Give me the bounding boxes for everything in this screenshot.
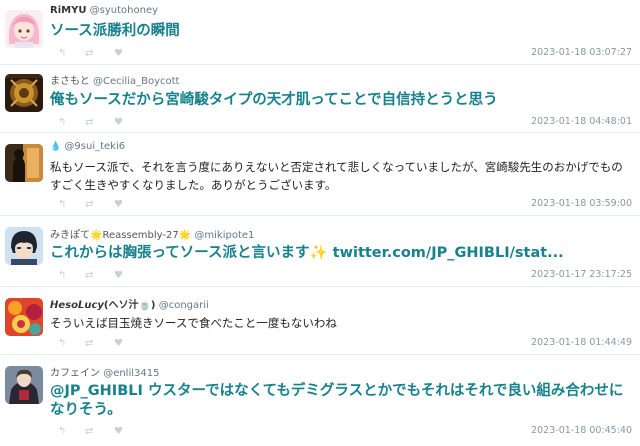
retweet-icon[interactable]: ⇄ <box>85 117 93 128</box>
user-handle[interactable]: @enlil3415 <box>103 368 159 379</box>
heart-icon[interactable]: ♥ <box>114 426 123 437</box>
tweet-card: RiMYU @syutohoney ソース派勝利の瞬間 ↰ ⇄ ♥ 2023-0… <box>0 0 640 64</box>
retweet-icon[interactable]: ⇄ <box>85 338 93 349</box>
user-handle[interactable]: @mikipote1 <box>194 230 254 241</box>
user-handle[interactable]: @syutohoney <box>90 5 158 16</box>
retweet-icon[interactable]: ⇄ <box>85 48 93 59</box>
tweet-text: @JP_GHIBLI ウスターではなくてもデミグラスとかでもそれはそれで良い組み… <box>50 382 632 420</box>
heart-icon[interactable]: ♥ <box>114 338 123 349</box>
tweet-card: みきぽて🌟Reassembly-27🌟 @mikipote1 これからは胸張って… <box>0 216 640 286</box>
display-name[interactable]: まさもと <box>50 76 90 87</box>
display-name[interactable]: 𝙃𝙚𝙨𝙤𝙇𝙪𝙘𝙮(ヘソ汁🍵) <box>50 300 156 311</box>
tweet-header: みきぽて🌟Reassembly-27🌟 @mikipote1 <box>50 226 254 241</box>
avatar[interactable] <box>5 298 43 336</box>
reply-icon[interactable]: ↰ <box>58 426 66 437</box>
heart-icon[interactable]: ♥ <box>114 270 123 281</box>
tweet-timestamp[interactable]: 2023-01-17 23:17:25 <box>531 269 632 280</box>
reply-icon[interactable]: ↰ <box>58 270 66 281</box>
tweet-timestamp[interactable]: 2023-01-18 04:48:01 <box>531 116 632 127</box>
reply-icon[interactable]: ↰ <box>58 338 66 349</box>
heart-icon[interactable]: ♥ <box>114 48 123 59</box>
tweet-header: まさもと @Cecilia_Boycott <box>50 72 179 87</box>
tweet-text: これからは胸張ってソース派と言います✨ twitter.com/JP_GHIBL… <box>50 245 564 261</box>
tweet-timestamp[interactable]: 2023-01-18 03:59:00 <box>531 198 632 209</box>
tweet-timestamp[interactable]: 2023-01-18 03:07:27 <box>531 47 632 58</box>
tweet-timestamp[interactable]: 2023-01-18 01:44:49 <box>531 337 632 348</box>
tweet-header: RiMYU @syutohoney <box>50 5 158 16</box>
tweet-timestamp[interactable]: 2023-01-18 00:45:40 <box>531 425 632 436</box>
tweet-text: 俺もソースだから宮崎駿タイプの天才肌ってことで自信持とうと思う <box>50 92 498 108</box>
avatar[interactable] <box>5 74 43 112</box>
tweet-header: 𝙃𝙚𝙨𝙤𝙇𝙪𝙘𝙮(ヘソ汁🍵) @congarii <box>50 296 209 311</box>
avatar[interactable] <box>5 10 43 48</box>
avatar[interactable] <box>5 144 43 182</box>
retweet-icon[interactable]: ⇄ <box>85 199 93 210</box>
display-name[interactable]: 💧 <box>50 142 61 152</box>
mention-link[interactable]: @JP_GHIBLI <box>50 383 143 399</box>
tweet-card: 𝙃𝙚𝙨𝙤𝙇𝙪𝙘𝙮(ヘソ汁🍵) @congarii そういえば目玉焼きソースで食べ… <box>0 287 640 354</box>
heart-icon[interactable]: ♥ <box>114 117 123 128</box>
tweet-header: カフェイン @enlil3415 <box>50 364 159 379</box>
avatar[interactable] <box>5 366 43 404</box>
user-handle[interactable]: @congarii <box>159 300 209 311</box>
reply-icon[interactable]: ↰ <box>58 117 66 128</box>
user-handle[interactable]: @9sui_teki6 <box>64 141 125 152</box>
reply-icon[interactable]: ↰ <box>58 48 66 59</box>
avatar[interactable] <box>5 227 43 265</box>
retweet-icon[interactable]: ⇄ <box>85 426 93 437</box>
display-name[interactable]: カフェイン <box>50 368 100 379</box>
tweet-text: ソース派勝利の瞬間 <box>50 23 180 39</box>
heart-icon[interactable]: ♥ <box>114 199 123 210</box>
tweet-card: 💧 @9sui_teki6 私もソース派で、それを言う度にありえないと否定されて… <box>0 133 640 215</box>
tweet-text: そういえば目玉焼きソースで食べたこと一度もないわね <box>50 316 337 330</box>
reply-icon[interactable]: ↰ <box>58 199 66 210</box>
tweet-card: まさもと @Cecilia_Boycott 俺もソースだから宮崎駿タイプの天才肌… <box>0 65 640 132</box>
tweet-header: 💧 @9sui_teki6 <box>50 141 125 152</box>
tweet-text: 私もソース派で、それを言う度にありえないと否定されて悲しくなっていましたが、宮崎… <box>50 160 623 192</box>
user-handle[interactable]: @Cecilia_Boycott <box>93 76 179 87</box>
tweet-card: カフェイン @enlil3415 @JP_GHIBLI ウスターではなくてもデミ… <box>0 355 640 446</box>
retweet-icon[interactable]: ⇄ <box>85 270 93 281</box>
display-name[interactable]: みきぽて🌟Reassembly-27🌟 <box>50 230 191 241</box>
tweet-feed: RiMYU @syutohoney ソース派勝利の瞬間 ↰ ⇄ ♥ 2023-0… <box>0 0 640 446</box>
display-name[interactable]: RiMYU <box>50 5 86 16</box>
